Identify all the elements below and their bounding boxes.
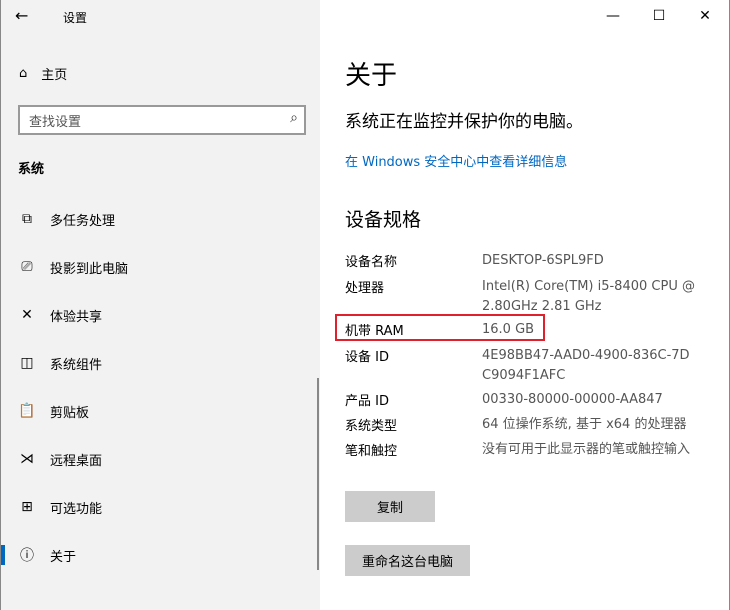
scrollbar[interactable] xyxy=(317,378,319,570)
spec-label: 处理器 xyxy=(345,281,385,296)
features-icon: ⊞ xyxy=(21,499,33,515)
sidebar-item[interactable]: 📋 剪贴板 xyxy=(1,391,317,431)
remote-icon: ⋊ xyxy=(20,451,34,467)
sidebar: ← 设置 ⌂ 主页 查找设置 ⌕ 系统 ⧉ 多任务处理 ⎚ 投影到此电脑 ✕ 体验共享 ◫ 系统组… xyxy=(0,0,320,610)
sidebar-item[interactable]: ⊞ 可选功能 xyxy=(1,487,317,527)
sidebar-item-label: 系统组件 xyxy=(50,357,103,373)
home-link[interactable]: ⌂ 主页 xyxy=(19,64,67,83)
spec-row: 设备 ID 4E98BB47-AAD0-4900-836C-7DC9094F1AF… xyxy=(345,346,725,386)
sidebar-item-label: 体验共享 xyxy=(50,309,103,325)
spec-value: Intel(R) Core(TM) i5-8400 CPU @ 2.80GHz … xyxy=(482,279,695,314)
sidebar-item[interactable]: ◫ 系统组件 xyxy=(1,343,317,383)
share-icon: ✕ xyxy=(21,307,33,323)
window-title: 设置 xyxy=(63,11,88,25)
section-heading: 系统 xyxy=(18,162,45,177)
spec-label: 设备 ID xyxy=(345,350,389,365)
spec-value: 64 位操作系统, 基于 x64 的处理器 xyxy=(482,417,687,432)
sidebar-item-label: 可选功能 xyxy=(50,501,103,517)
close-button[interactable]: ✕ xyxy=(682,0,728,32)
page-title: 关于 xyxy=(345,61,398,91)
maximize-button[interactable]: ☐ xyxy=(636,0,682,32)
spec-row: 系统类型 64 位操作系统, 基于 x64 的处理器 xyxy=(345,415,725,435)
spec-row: 笔和触控 没有可用于此显示器的笔或触控输入 xyxy=(345,440,725,460)
sidebar-item-label: 关于 xyxy=(50,549,77,565)
back-arrow-icon[interactable]: ← xyxy=(15,6,28,25)
clipboard-icon: 📋 xyxy=(18,403,36,419)
spec-label: 系统类型 xyxy=(345,419,398,434)
spec-label: 产品 ID xyxy=(345,394,389,409)
sidebar-item-label: 剪贴板 xyxy=(50,405,90,421)
project-icon: ⎚ xyxy=(21,259,33,275)
sidebar-item[interactable]: ⧉ 多任务处理 xyxy=(1,199,317,239)
search-icon: ⌕ xyxy=(290,110,298,126)
spec-value: 00330-80000-00000-AA847 xyxy=(482,392,663,407)
content: — ☐ ✕ 关于 系统正在监控并保护你的电脑。 在 Windows 安全中心中查… xyxy=(320,0,730,610)
search-input[interactable]: 查找设置 ⌕ xyxy=(18,105,306,135)
spec-row: 设备名称 DESKTOP-6SPL9FD xyxy=(345,251,725,271)
sidebar-item[interactable]: ✕ 体验共享 xyxy=(1,295,317,335)
copy-button[interactable]: 复制 xyxy=(345,491,435,522)
spec-heading: 设备规格 xyxy=(345,209,422,231)
search-placeholder: 查找设置 xyxy=(29,115,82,130)
sidebar-item-label: 多任务处理 xyxy=(50,213,116,229)
spec-label: 笔和触控 xyxy=(345,444,398,459)
security-center-link[interactable]: 在 Windows 安全中心中查看详细信息 xyxy=(345,151,567,170)
sidebar-item[interactable]: ⓘ 关于 xyxy=(1,535,317,575)
info-icon: ⓘ xyxy=(20,548,34,564)
minimize-button[interactable]: — xyxy=(590,0,636,32)
spec-value: 没有可用于此显示器的笔或触控输入 xyxy=(482,442,691,457)
rename-pc-button[interactable]: 重命名这台电脑 xyxy=(345,545,470,576)
sidebar-item[interactable]: ⎚ 投影到此电脑 xyxy=(1,247,317,287)
spec-row: 产品 ID 00330-80000-00000-AA847 xyxy=(345,390,725,410)
multitask-icon: ⧉ xyxy=(22,211,32,227)
home-icon: ⌂ xyxy=(19,66,28,81)
spec-value: 4E98BB47-AAD0-4900-836C-7DC9094F1AFC xyxy=(482,348,690,383)
sidebar-item[interactable]: ⋊ 远程桌面 xyxy=(1,439,317,479)
security-status: 系统正在监控并保护你的电脑。 xyxy=(345,112,583,132)
home-label: 主页 xyxy=(41,68,68,83)
ram-highlight-box xyxy=(335,314,545,341)
sidebar-item-label: 远程桌面 xyxy=(50,453,103,469)
components-icon: ◫ xyxy=(20,355,34,371)
sidebar-item-label: 投影到此电脑 xyxy=(50,261,129,277)
spec-value: DESKTOP-6SPL9FD xyxy=(482,253,604,268)
spec-label: 设备名称 xyxy=(345,255,398,270)
spec-row: 处理器 Intel(R) Core(TM) i5-8400 CPU @ 2.80G… xyxy=(345,277,725,317)
